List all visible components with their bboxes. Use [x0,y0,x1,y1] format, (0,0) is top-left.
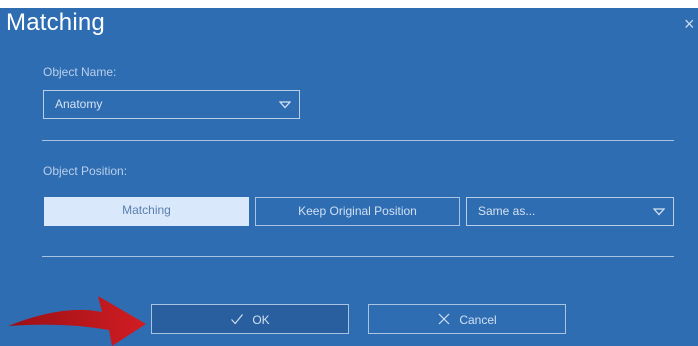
dialog-title: Matching [6,9,105,36]
divider-top [42,140,674,141]
ok-button-label: OK [252,312,270,327]
cancel-button[interactable]: Cancel [368,304,566,334]
ok-button[interactable]: OK [151,304,349,334]
cancel-button-label: Cancel [459,312,497,327]
object-position-label: Object Position: [43,164,128,178]
same-as-dropdown[interactable]: Same as... [466,197,674,226]
chevron-down-icon [279,101,291,109]
matching-option[interactable]: Matching [44,197,249,226]
object-name-dropdown[interactable]: Anatomy [43,90,300,119]
object-name-label: Object Name: [43,65,117,79]
check-icon [231,313,244,325]
divider-bottom [42,256,674,257]
x-icon [438,313,450,325]
chevron-down-icon [653,208,665,216]
keep-original-position-option[interactable]: Keep Original Position [255,197,460,226]
red-arrow-annotation [8,296,146,346]
object-name-value: Anatomy [55,97,103,111]
same-as-value: Same as... [478,204,536,218]
close-icon[interactable]: × [684,14,698,34]
